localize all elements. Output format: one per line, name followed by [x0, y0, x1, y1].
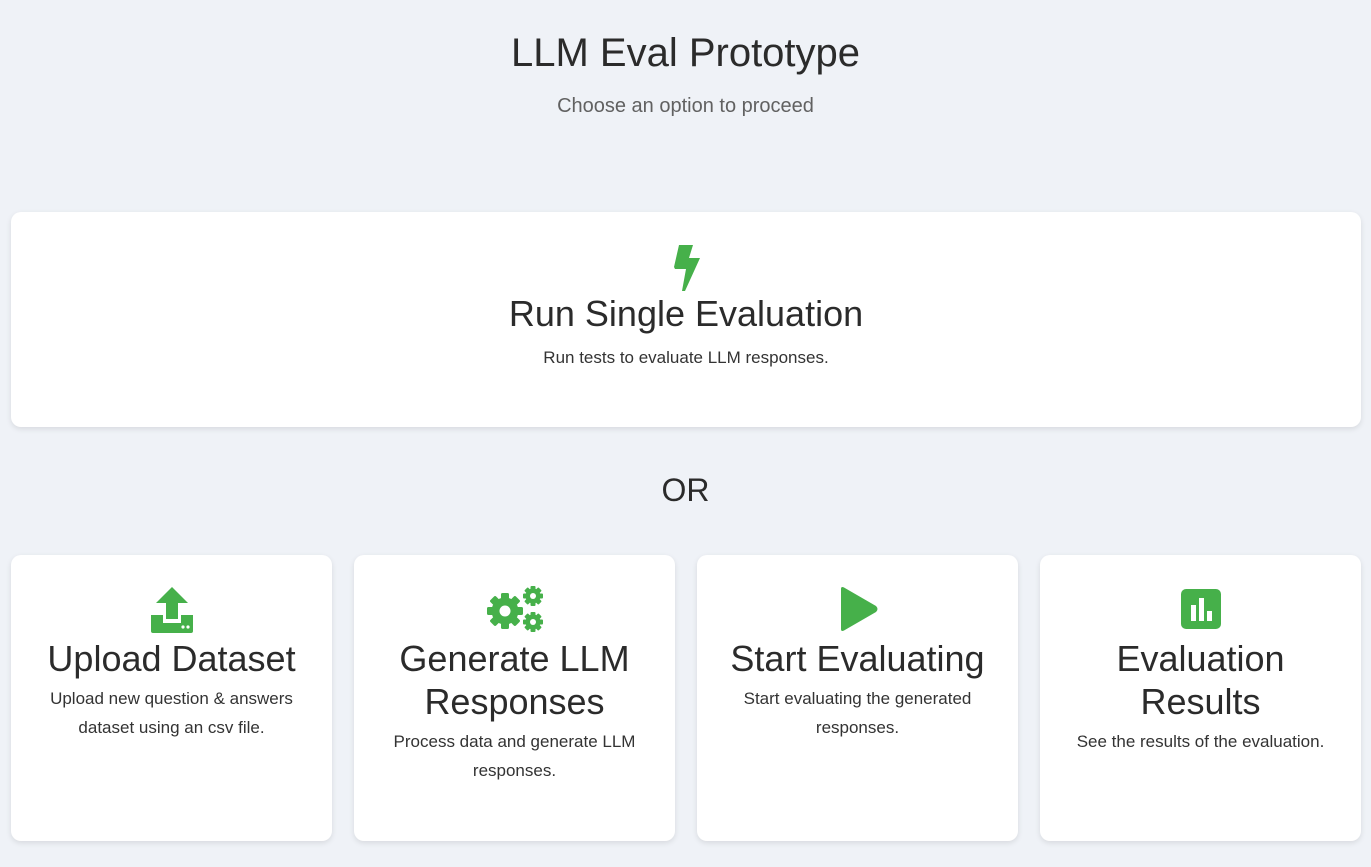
- card-description: See the results of the evaluation.: [1076, 732, 1325, 751]
- play-icon: [840, 587, 877, 631]
- hero-description: Run tests to evaluate LLM responses.: [543, 348, 829, 367]
- upload-dataset-card[interactable]: Upload Dataset Upload new question & ans…: [11, 555, 332, 841]
- start-evaluating-card[interactable]: Start Evaluating Start evaluating the ge…: [697, 555, 1018, 841]
- card-title: Generate LLM Responses: [399, 638, 630, 722]
- gears-icon: [486, 586, 543, 632]
- bolt-icon: [674, 245, 700, 291]
- page-title: LLM Eval Prototype: [510, 31, 861, 75]
- run-single-evaluation-card[interactable]: Run Single Evaluation Run tests to evalu…: [11, 212, 1361, 427]
- card-title: Upload Dataset: [47, 638, 296, 679]
- or-divider: OR: [661, 472, 710, 508]
- page-subtitle: Choose an option to proceed: [557, 95, 814, 117]
- evaluation-results-card[interactable]: Evaluation Results See the results of th…: [1040, 555, 1361, 841]
- option-cards: Upload Dataset Upload new question & ans…: [11, 555, 1361, 841]
- upload-icon: [150, 587, 193, 633]
- hero-title: Run Single Evaluation: [508, 293, 864, 334]
- card-description: Upload new question & answers dataset us…: [50, 689, 293, 737]
- bar-chart-icon: [1180, 589, 1221, 629]
- card-description: Process data and generate LLM responses.: [393, 732, 636, 780]
- card-description: Start evaluating the generated responses…: [743, 689, 972, 737]
- card-title: Start Evaluating: [730, 638, 985, 679]
- generate-llm-responses-card[interactable]: Generate LLM Responses Process data and …: [354, 555, 675, 841]
- card-title: Evaluation Results: [1116, 638, 1285, 722]
- page-header: LLM Eval Prototype Choose an option to p…: [0, 0, 1371, 118]
